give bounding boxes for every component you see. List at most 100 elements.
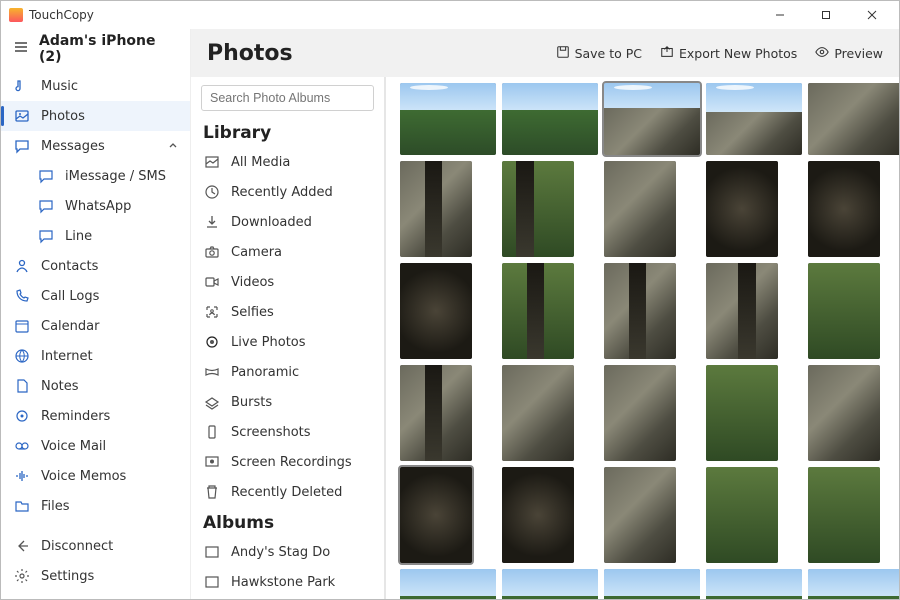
photo-thumb[interactable] bbox=[604, 83, 700, 155]
chat-icon bbox=[37, 228, 55, 244]
photo-thumb[interactable] bbox=[706, 365, 778, 461]
export-new-photos-button[interactable]: Export New Photos bbox=[660, 45, 797, 62]
photo-thumb[interactable] bbox=[400, 365, 472, 461]
photo-thumb[interactable] bbox=[706, 569, 802, 599]
photo-thumb[interactable] bbox=[808, 569, 899, 599]
photo-thumb[interactable] bbox=[400, 161, 472, 257]
album-item[interactable]: Andy's Stag Do bbox=[191, 537, 384, 567]
screen-recordings-icon bbox=[203, 454, 221, 470]
save-icon bbox=[556, 45, 570, 62]
lib-live-photos[interactable]: Live Photos bbox=[191, 327, 384, 357]
lib-bursts[interactable]: Bursts bbox=[191, 387, 384, 417]
photo-thumb[interactable] bbox=[808, 83, 899, 155]
nav-messages[interactable]: Messages bbox=[1, 131, 190, 161]
recent-icon bbox=[203, 184, 221, 200]
nav-calendar[interactable]: Calendar bbox=[1, 311, 190, 341]
lib-selfies[interactable]: Selfies bbox=[191, 297, 384, 327]
save-to-pc-button[interactable]: Save to PC bbox=[556, 45, 642, 62]
photo-thumb[interactable] bbox=[604, 365, 676, 461]
album-item[interactable]: Hawkstone Park bbox=[191, 567, 384, 597]
lib-all-media[interactable]: All Media bbox=[191, 147, 384, 177]
photo-thumb[interactable] bbox=[706, 263, 778, 359]
nav-notes[interactable]: Notes bbox=[1, 371, 190, 401]
window-maximize[interactable] bbox=[805, 2, 847, 28]
calendar-icon bbox=[13, 318, 31, 334]
window-close[interactable] bbox=[851, 2, 893, 28]
lib-videos[interactable]: Videos bbox=[191, 267, 384, 297]
nav-contacts[interactable]: Contacts bbox=[1, 251, 190, 281]
globe-icon bbox=[13, 348, 31, 364]
video-icon bbox=[203, 274, 221, 290]
phone-icon bbox=[13, 288, 31, 304]
lib-screen-recordings[interactable]: Screen Recordings bbox=[191, 447, 384, 477]
nav-whatsapp[interactable]: WhatsApp bbox=[1, 191, 190, 221]
eye-icon bbox=[815, 45, 829, 62]
nav-music[interactable]: Music bbox=[1, 71, 190, 101]
trash-icon bbox=[203, 484, 221, 500]
export-icon bbox=[660, 45, 674, 62]
photo-thumb[interactable] bbox=[400, 569, 496, 599]
photo-thumb[interactable] bbox=[400, 467, 472, 563]
photo-thumb[interactable] bbox=[808, 365, 880, 461]
download-icon bbox=[203, 214, 221, 230]
photo-thumb[interactable] bbox=[706, 161, 778, 257]
album-icon bbox=[203, 574, 221, 590]
nav-calls[interactable]: Call Logs bbox=[1, 281, 190, 311]
photo-thumb[interactable] bbox=[604, 161, 676, 257]
voicemail-icon bbox=[13, 438, 31, 454]
lib-recently-added[interactable]: Recently Added bbox=[191, 177, 384, 207]
window-minimize[interactable] bbox=[759, 2, 801, 28]
photo-thumb[interactable] bbox=[808, 263, 880, 359]
photo-thumb[interactable] bbox=[604, 467, 676, 563]
photo-thumb[interactable] bbox=[502, 467, 574, 563]
lib-camera[interactable]: Camera bbox=[191, 237, 384, 267]
photo-thumb[interactable] bbox=[502, 263, 574, 359]
photo-thumb[interactable] bbox=[808, 467, 880, 563]
lib-screenshots[interactable]: Screenshots bbox=[191, 417, 384, 447]
preview-button[interactable]: Preview bbox=[815, 45, 883, 62]
chevron-up-icon bbox=[168, 139, 178, 154]
photos-icon bbox=[13, 108, 31, 124]
photo-thumb[interactable] bbox=[706, 467, 778, 563]
notes-icon bbox=[13, 378, 31, 394]
lib-recently-deleted[interactable]: Recently Deleted bbox=[191, 477, 384, 507]
photo-thumb[interactable] bbox=[808, 161, 880, 257]
nav-settings[interactable]: Settings bbox=[1, 561, 190, 591]
nav-reminders[interactable]: Reminders bbox=[1, 401, 190, 431]
chat-icon bbox=[37, 198, 55, 214]
nav-disconnect[interactable]: Disconnect bbox=[1, 531, 190, 561]
lib-panoramic[interactable]: Panoramic bbox=[191, 357, 384, 387]
bursts-icon bbox=[203, 394, 221, 410]
camera-icon bbox=[203, 244, 221, 260]
photo-thumb[interactable] bbox=[400, 263, 472, 359]
app-icon bbox=[9, 8, 23, 22]
photo-thumb[interactable] bbox=[502, 569, 598, 599]
nav-files[interactable]: Files bbox=[1, 491, 190, 521]
device-name: Adam's iPhone (2) bbox=[39, 33, 178, 65]
nav-internet[interactable]: Internet bbox=[1, 341, 190, 371]
nav-voicemail[interactable]: Voice Mail bbox=[1, 431, 190, 461]
photo-thumb[interactable] bbox=[604, 263, 676, 359]
app-title: TouchCopy bbox=[29, 8, 94, 22]
files-icon bbox=[13, 498, 31, 514]
selfies-icon bbox=[203, 304, 221, 320]
photo-thumb[interactable] bbox=[502, 161, 574, 257]
photo-thumb[interactable] bbox=[604, 569, 700, 599]
search-input[interactable] bbox=[201, 85, 374, 111]
music-icon bbox=[13, 78, 31, 94]
photo-thumb[interactable] bbox=[502, 83, 598, 155]
screenshots-icon bbox=[203, 424, 221, 440]
nav-voicememos[interactable]: Voice Memos bbox=[1, 461, 190, 491]
album-icon bbox=[203, 544, 221, 560]
photo-thumb[interactable] bbox=[502, 365, 574, 461]
lib-downloaded[interactable]: Downloaded bbox=[191, 207, 384, 237]
all-media-icon bbox=[203, 154, 221, 170]
library-heading: Library bbox=[191, 117, 384, 147]
photo-thumb[interactable] bbox=[400, 83, 496, 155]
nav-photos[interactable]: Photos bbox=[1, 101, 190, 131]
voicememos-icon bbox=[13, 468, 31, 484]
nav-line[interactable]: Line bbox=[1, 221, 190, 251]
photo-thumb[interactable] bbox=[706, 83, 802, 155]
nav-imessage[interactable]: iMessage / SMS bbox=[1, 161, 190, 191]
hamburger-icon[interactable] bbox=[13, 39, 29, 59]
